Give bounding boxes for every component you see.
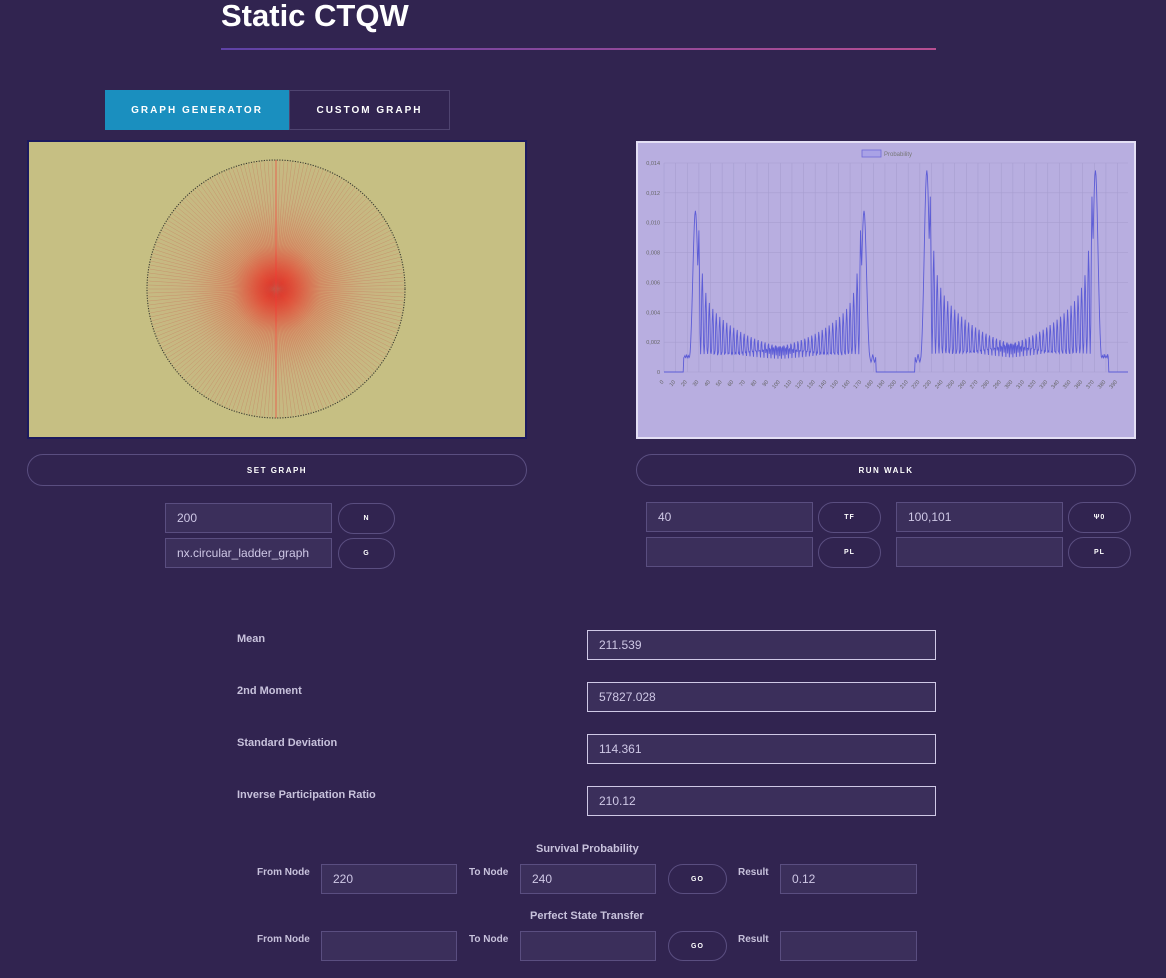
- x-tick-label: 330: [1039, 379, 1050, 390]
- stat-label-ipr: Inverse Participation Ratio: [237, 789, 376, 801]
- x-tick-label: 300: [1004, 379, 1015, 390]
- x-tick-label: 120: [795, 379, 806, 390]
- graph-canvas[interactable]: [27, 140, 527, 439]
- x-tick-label: 220: [911, 379, 922, 390]
- graph-function-input[interactable]: nx.circular_ladder_graph: [165, 538, 332, 568]
- x-tick-label: 370: [1085, 379, 1096, 390]
- x-tick-label: 350: [1062, 379, 1073, 390]
- x-tick-label: 50: [715, 379, 724, 388]
- x-tick-label: 20: [680, 379, 689, 388]
- n-input[interactable]: 200: [165, 503, 332, 533]
- x-tick-label: 70: [738, 379, 747, 388]
- x-tick-label: 250: [946, 379, 957, 390]
- pl-button-1[interactable]: PL: [818, 537, 881, 568]
- psi0-input[interactable]: 100,101: [896, 502, 1063, 532]
- x-tick-label: 30: [692, 379, 701, 388]
- stat-label-2nd-moment: 2nd Moment: [237, 685, 302, 697]
- y-tick-label: 0,006: [646, 280, 660, 286]
- survival-from-input[interactable]: 220: [321, 864, 457, 894]
- x-tick-label: 100: [771, 379, 782, 390]
- x-tick-label: 110: [783, 379, 793, 390]
- tab-graph-generator[interactable]: GRAPH GENERATOR: [105, 90, 289, 130]
- tab-custom-graph[interactable]: CUSTOM GRAPH: [289, 90, 450, 130]
- x-tick-label: 150: [829, 379, 840, 390]
- x-tick-label: 90: [762, 379, 771, 388]
- y-tick-label: 0,002: [646, 340, 660, 346]
- survival-title: Survival Probability: [536, 843, 639, 855]
- x-tick-label: 260: [957, 379, 968, 390]
- x-tick-label: 190: [876, 379, 887, 390]
- chart-svg: 00,0020,0040,0060,0080,0100,0120,0140 10 2…: [646, 149, 1128, 390]
- y-tick-label: 0,010: [646, 221, 660, 227]
- pl-input-2[interactable]: [896, 537, 1063, 567]
- legend-swatch: [861, 149, 882, 158]
- survival-to-input[interactable]: 240: [520, 864, 656, 894]
- pst-go-button[interactable]: GO: [668, 931, 727, 961]
- x-tick-label: 390: [1109, 379, 1120, 390]
- x-tick-label: 240: [934, 379, 945, 390]
- probability-chart: 0 0,002 0,004 0,006 0,008 0,010 0,012 0,014 0 10 2…: [636, 141, 1136, 439]
- x-tick-label: 380: [1097, 379, 1108, 390]
- x-tick-label: 270: [969, 379, 980, 390]
- stat-value-ipr: 210.12: [587, 786, 936, 816]
- pst-to-input[interactable]: [520, 931, 656, 961]
- tf-input[interactable]: 40: [646, 502, 813, 532]
- stat-value-std-dev: 114.361: [587, 734, 936, 764]
- survival-go-button[interactable]: GO: [668, 864, 727, 894]
- x-tick-label: 180: [864, 379, 875, 390]
- page-title: Static CTQW: [221, 0, 409, 33]
- y-tick-label: 0,012: [646, 191, 660, 197]
- pst-to-label: To Node: [469, 934, 509, 945]
- x-tick-label: 140: [818, 379, 829, 390]
- survival-from-label: From Node: [257, 867, 310, 878]
- set-graph-button[interactable]: SET GRAPH: [27, 454, 527, 486]
- x-tick-label: 170: [853, 379, 864, 390]
- stat-value-mean: 211.539: [587, 630, 936, 660]
- x-tick-label: 340: [1050, 379, 1061, 390]
- x-tick-label: 290: [992, 379, 1003, 390]
- pst-result-field: [780, 931, 917, 961]
- n-button[interactable]: N: [338, 503, 395, 534]
- stat-label-mean: Mean: [237, 633, 266, 645]
- stat-value-2nd-moment: 57827.028: [587, 682, 936, 712]
- pl-button-2[interactable]: PL: [1068, 537, 1131, 568]
- x-tick-label: 320: [1027, 379, 1038, 390]
- legend-label: Probability: [884, 152, 912, 158]
- x-tick-label: 210: [899, 379, 910, 390]
- run-walk-button[interactable]: RUN WALK: [636, 454, 1136, 486]
- stat-label-std-dev: Standard Deviation: [237, 737, 338, 749]
- y-tick-label: 0,004: [646, 310, 660, 316]
- y-tick-label: 0,008: [646, 251, 660, 257]
- y-tick-label: 0,014: [646, 161, 660, 167]
- x-tick-label: 280: [981, 379, 992, 390]
- survival-to-label: To Node: [469, 867, 509, 878]
- x-tick-label: 360: [1074, 379, 1085, 390]
- x-tick-label: 10: [669, 379, 678, 388]
- psi0-button[interactable]: Ψ0: [1068, 502, 1131, 533]
- pst-from-input[interactable]: [321, 931, 457, 961]
- pst-title: Perfect State Transfer: [530, 910, 644, 922]
- x-tick-label: 40: [704, 379, 713, 388]
- pl-input-1[interactable]: [646, 537, 813, 567]
- x-tick-label: 0: [659, 379, 666, 385]
- g-button[interactable]: G: [338, 538, 395, 569]
- pst-result-label: Result: [738, 934, 769, 945]
- x-tick-label: 200: [888, 379, 899, 390]
- x-tick-label: 310: [1016, 379, 1027, 390]
- survival-result-label: Result: [738, 867, 769, 878]
- pst-from-label: From Node: [257, 934, 310, 945]
- graph-visualization: [146, 159, 406, 419]
- x-tick-label: 230: [922, 379, 933, 390]
- x-tick-label: 130: [806, 379, 817, 390]
- title-divider: [221, 48, 936, 50]
- survival-result-field: 0.12: [780, 864, 917, 894]
- x-tick-label: 80: [750, 379, 759, 388]
- y-tick-label: 0: [657, 370, 660, 376]
- tf-button[interactable]: TF: [818, 502, 881, 533]
- x-tick-label: 160: [841, 379, 852, 390]
- x-tick-label: 60: [727, 379, 736, 388]
